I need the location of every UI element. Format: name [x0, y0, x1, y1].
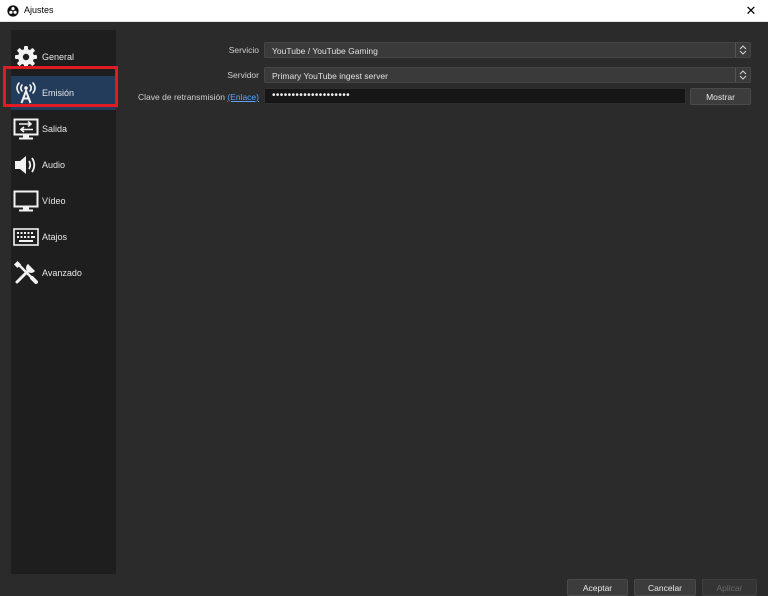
sidebar-item-general[interactable]: General	[11, 40, 116, 74]
chevron-updown-icon	[735, 43, 750, 57]
sidebar-item-emision[interactable]: Emisión	[11, 76, 116, 110]
cancel-button[interactable]: Cancelar	[634, 579, 696, 596]
stream-key-label: Clave de retransmisión	[138, 92, 225, 102]
sidebar-item-avanzado[interactable]: Avanzado	[11, 256, 116, 290]
sidebar-item-salida[interactable]: Salida	[11, 112, 116, 146]
output-monitor-icon	[13, 117, 39, 141]
sidebar-item-video[interactable]: Vídeo	[11, 184, 116, 218]
settings-sidebar: General Emisión Salida Audio Vídeo Atajo…	[11, 30, 116, 574]
gear-icon	[13, 45, 39, 69]
wrench-screwdriver-icon	[13, 260, 39, 285]
stream-key-link[interactable]: (Enlace)	[227, 92, 259, 102]
sidebar-item-label: Avanzado	[42, 268, 82, 278]
stream-key-label-group: Clave de retransmisión (Enlace)	[138, 92, 259, 102]
service-select[interactable]: YouTube / YouTube Gaming	[264, 42, 751, 58]
apply-button[interactable]: Aplicar	[702, 579, 757, 596]
server-label: Servidor	[227, 70, 259, 80]
sidebar-item-label: Atajos	[42, 232, 68, 242]
sidebar-item-label: General	[42, 52, 75, 62]
sidebar-item-label: Vídeo	[42, 196, 66, 206]
settings-body: General Emisión Salida Audio Vídeo Atajo…	[0, 22, 768, 596]
stream-key-input[interactable]: ••••••••••••••••••••	[264, 88, 686, 104]
server-select[interactable]: Primary YouTube ingest server	[264, 67, 751, 83]
window-title: Ajustes	[24, 5, 54, 15]
sidebar-item-label: Audio	[42, 160, 66, 170]
sidebar-item-label: Salida	[42, 124, 68, 134]
sidebar-item-audio[interactable]: Audio	[11, 148, 116, 182]
broadcast-antenna-icon	[13, 81, 39, 105]
monitor-icon	[13, 189, 39, 213]
close-icon: ✕	[745, 3, 757, 18]
chevron-updown-icon	[735, 68, 750, 82]
show-key-button[interactable]: Mostrar	[690, 88, 751, 105]
sidebar-item-label: Emisión	[42, 88, 75, 98]
server-value: Primary YouTube ingest server	[272, 71, 388, 81]
speaker-icon	[13, 153, 39, 177]
service-value: YouTube / YouTube Gaming	[272, 46, 378, 56]
close-button[interactable]: ✕	[734, 0, 768, 22]
service-label: Servicio	[228, 45, 259, 55]
obs-logo-icon	[7, 5, 19, 17]
accept-button[interactable]: Aceptar	[567, 579, 628, 596]
stream-key-value: ••••••••••••••••••••	[272, 90, 351, 101]
keyboard-icon	[13, 225, 39, 249]
sidebar-item-atajos[interactable]: Atajos	[11, 220, 116, 254]
title-bar: Ajustes ✕	[0, 0, 768, 22]
